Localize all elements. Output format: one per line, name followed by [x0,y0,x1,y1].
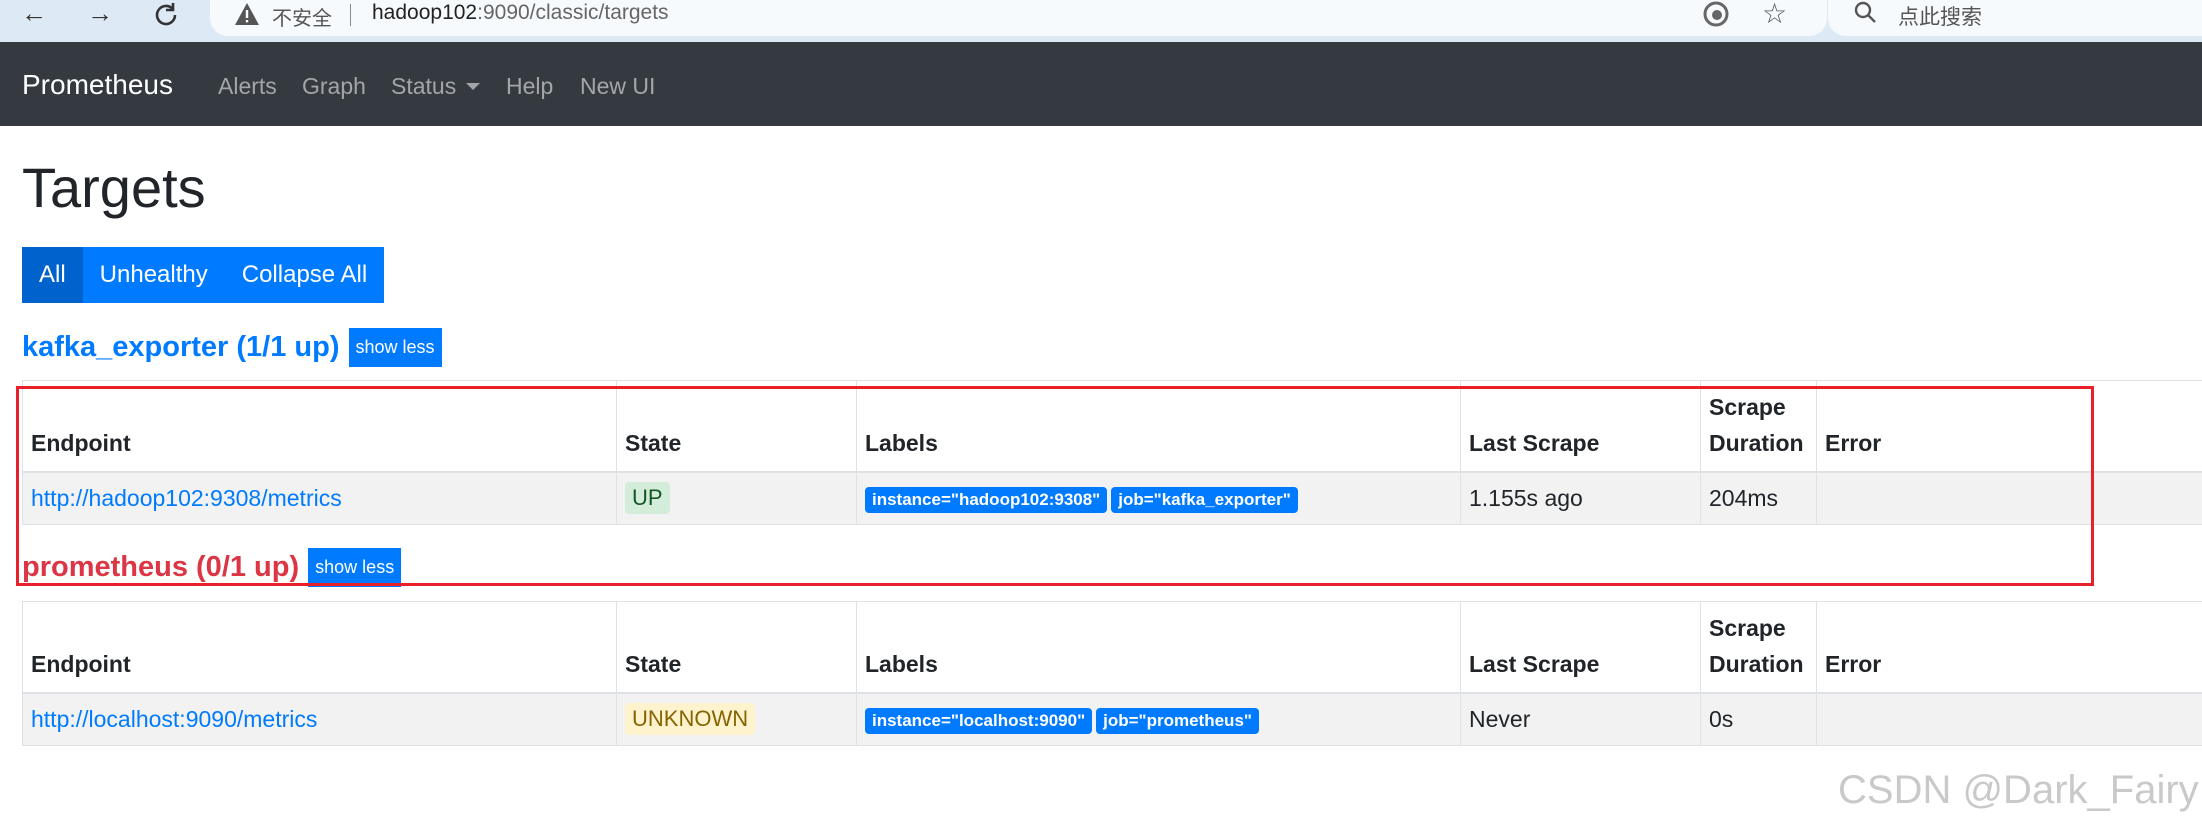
table-row: http://hadoop102:9308/metrics UP instanc… [22,472,2202,525]
label-badge: job="kafka_exporter" [1111,486,1298,513]
browser-toolbar: ← → 不安全 hadoop102:9090/classic/targets ☆… [0,0,2202,42]
labels-cell: instance="localhost:9090" job="prometheus… [856,693,1461,746]
label-badge: job="prometheus" [1096,707,1259,734]
column-header-labels: Labels [856,380,1461,473]
column-header-scrape-duration: Scrape Duration [1700,601,1817,694]
reload-icon[interactable] [148,0,184,30]
address-bar[interactable]: 不安全 hadoop102:9090/classic/targets ☆ [210,0,1827,36]
search-icon [1854,1,1876,23]
warning-icon[interactable] [234,1,260,27]
show-less-button[interactable]: show less [308,548,402,587]
job-header-kafka-exporter: kafka_exporter (1/1 up) show less [22,328,442,367]
column-header-endpoint: Endpoint [22,601,617,694]
error-cell [1816,693,2202,746]
column-header-last-scrape: Last Scrape [1460,601,1701,694]
nav-graph[interactable]: Graph [302,73,366,100]
search-placeholder: 点此搜索 [1898,6,1982,29]
targets-table-kafka-exporter: Endpoint State Labels Last Scrape Scrape… [22,380,2202,525]
endpoint-link[interactable]: http://hadoop102:9308/metrics [31,485,342,511]
column-header-labels: Labels [856,601,1461,694]
column-header-error: Error [1816,601,2202,694]
url-text[interactable]: hadoop102:9090/classic/targets [372,1,669,25]
browser-search-box[interactable]: 点此搜索 [1828,0,2202,36]
endpoint-link[interactable]: http://localhost:9090/metrics [31,706,317,732]
browser-extension-icon[interactable] [1702,0,1730,28]
chevron-down-icon [466,83,481,90]
scrape-duration-cell: 0s [1700,693,1817,746]
error-cell [1816,472,2202,525]
column-header-state: State [616,380,857,473]
table-row: http://localhost:9090/metrics UNKNOWN in… [22,693,2202,746]
job-header-prometheus: prometheus (0/1 up) show less [22,548,402,587]
column-header-error: Error [1816,380,2202,473]
label-badge: instance="hadoop102:9308" [865,486,1108,513]
label-badge: instance="localhost:9090" [865,707,1093,734]
nav-new-ui[interactable]: New UI [580,73,655,100]
nav-help[interactable]: Help [506,73,553,100]
status-badge: UP [625,482,670,515]
show-less-button[interactable]: show less [348,328,442,367]
last-scrape-cell: 1.155s ago [1460,472,1701,525]
url-host: hadoop102 [372,1,478,24]
column-header-endpoint: Endpoint [22,380,617,473]
job-title-link[interactable]: prometheus (0/1 up) [22,551,299,584]
column-header-state: State [616,601,857,694]
app-navbar: Prometheus Alerts Graph Status Help New … [0,42,2202,126]
collapse-all-button[interactable]: Collapse All [224,247,385,303]
job-title-link[interactable]: kafka_exporter (1/1 up) [22,331,340,364]
filter-all-button[interactable]: All [22,247,83,303]
state-cell: UNKNOWN [616,693,857,746]
table-header-row: Endpoint State Labels Last Scrape Scrape… [22,601,2202,694]
forward-arrow-icon[interactable]: → [82,0,118,30]
status-badge: UNKNOWN [625,703,756,736]
endpoint-cell: http://localhost:9090/metrics [22,693,617,746]
insecure-label: 不安全 [272,8,332,30]
filter-button-group: All Unhealthy Collapse All [22,247,385,303]
back-arrow-icon[interactable]: ← [16,0,52,30]
url-path: :9090/classic/targets [477,1,669,24]
nav-alerts[interactable]: Alerts [218,73,277,100]
favorite-star-icon[interactable]: ☆ [1762,0,1787,30]
page-title: Targets [22,156,206,219]
filter-unhealthy-button[interactable]: Unhealthy [82,247,225,303]
last-scrape-cell: Never [1460,693,1701,746]
nav-status[interactable]: Status [391,73,481,100]
nav-status-label: Status [391,73,457,99]
brand-logo-text[interactable]: Prometheus [22,69,173,101]
address-separator [350,4,351,26]
watermark: CSDN @Dark_Fairy [1838,768,2199,812]
targets-table-prometheus: Endpoint State Labels Last Scrape Scrape… [22,601,2202,746]
table-header-row: Endpoint State Labels Last Scrape Scrape… [22,380,2202,473]
column-header-scrape-duration: Scrape Duration [1700,380,1817,473]
endpoint-cell: http://hadoop102:9308/metrics [22,472,617,525]
column-header-last-scrape: Last Scrape [1460,380,1701,473]
state-cell: UP [616,472,857,525]
scrape-duration-cell: 204ms [1700,472,1817,525]
labels-cell: instance="hadoop102:9308" job="kafka_expo… [856,472,1461,525]
